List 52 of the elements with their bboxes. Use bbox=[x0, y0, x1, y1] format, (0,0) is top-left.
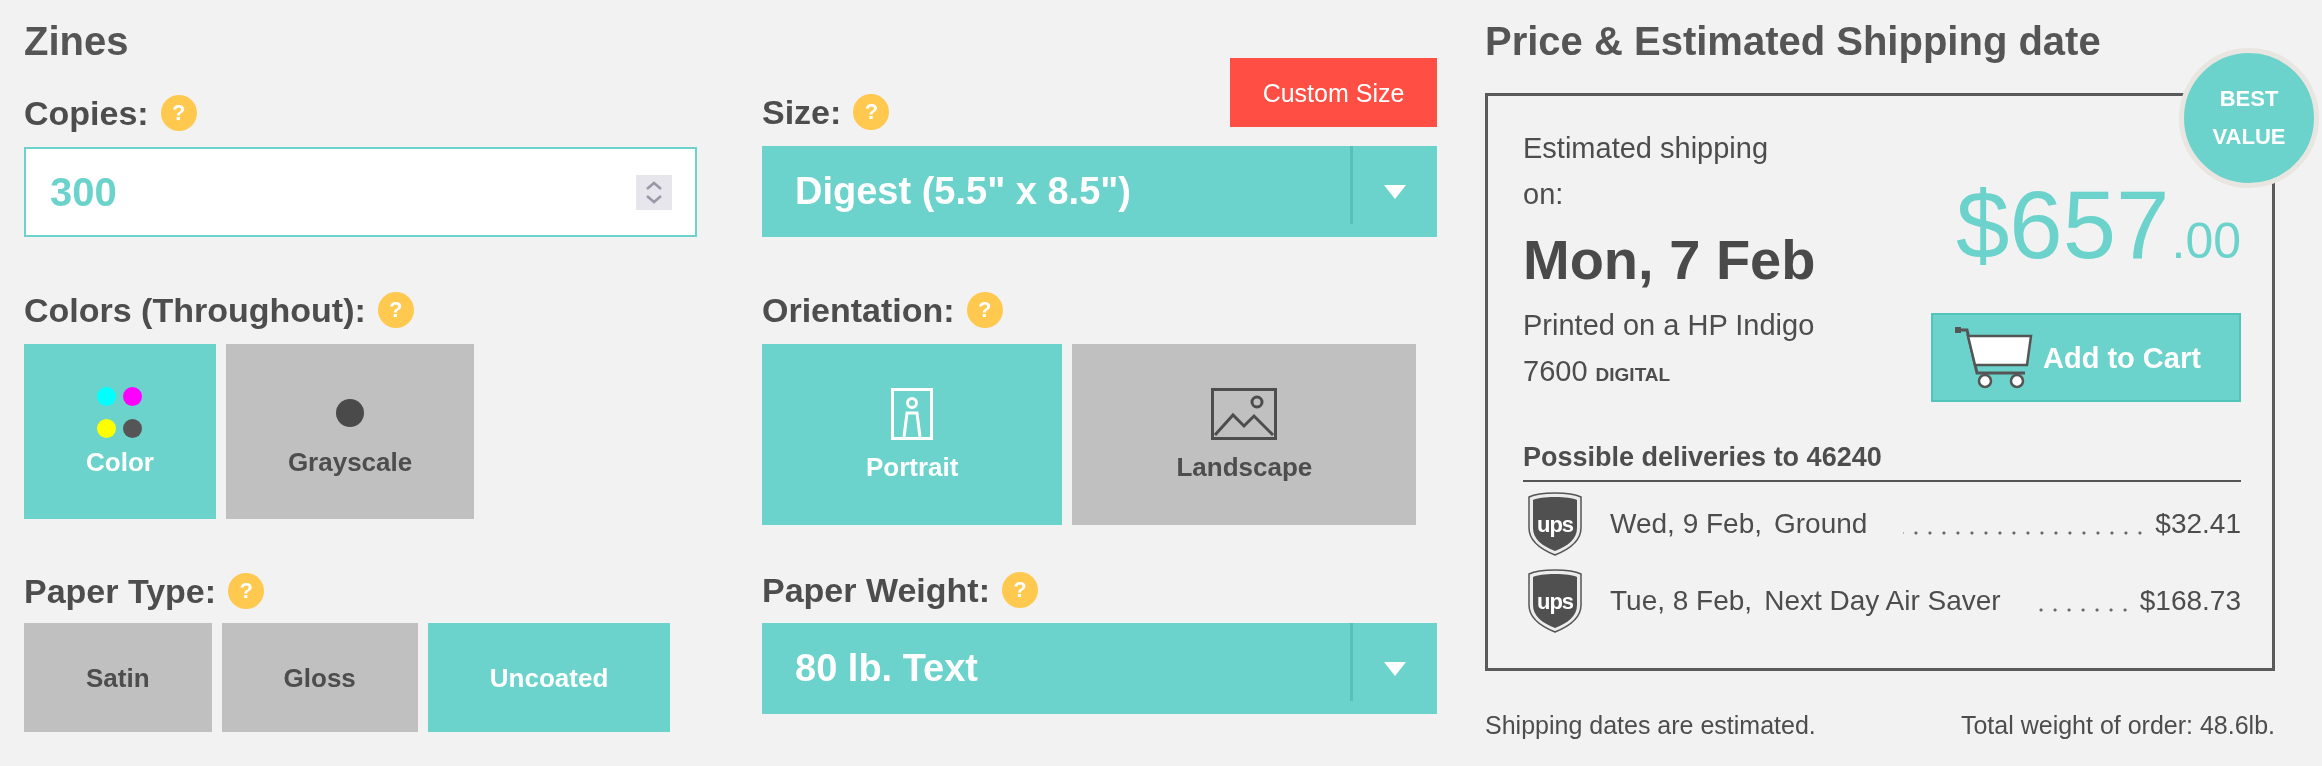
caret-icon bbox=[1384, 184, 1406, 199]
size-select[interactable]: Digest (5.5" x 8.5") bbox=[762, 146, 1437, 237]
deliveries-heading: Possible deliveries to 46240 bbox=[1523, 439, 2241, 482]
printer-info: Printed on a HP Indigo 7600 DIGITAL bbox=[1523, 308, 1816, 389]
total-weight: Total weight of order: 48.6lb. bbox=[1960, 710, 2275, 740]
ink-dot-icon bbox=[97, 419, 117, 438]
field-label: Paper Weight: bbox=[762, 570, 990, 610]
shipping-date: Mon, 7 Feb bbox=[1523, 228, 1817, 292]
paper-type-button[interactable]: Gloss bbox=[221, 623, 418, 732]
shipping-label: Estimated shipping on: bbox=[1523, 131, 1770, 212]
field-label: Copies: bbox=[24, 93, 149, 133]
best-value-badge: BEST VALUE bbox=[2179, 48, 2319, 188]
caret-icon bbox=[1384, 661, 1406, 676]
shield-logo: ups bbox=[1528, 492, 1582, 556]
ink-dot-icon bbox=[123, 419, 143, 438]
ink-dot-icon bbox=[97, 387, 117, 406]
color-mode-button[interactable]: Color bbox=[24, 344, 216, 519]
delivery-service: Ground bbox=[1774, 508, 1868, 540]
add-to-cart-button[interactable]: Add to Cart bbox=[1931, 313, 2241, 402]
paper-type-button[interactable]: Uncoated bbox=[427, 623, 671, 732]
section-title: Price & Estimated Shipping date bbox=[1485, 18, 2101, 65]
orientation-button[interactable]: Portrait bbox=[762, 344, 1063, 525]
field-label: Colors (Throughout): bbox=[24, 290, 366, 330]
shipping-note: Shipping dates are estimated. bbox=[1485, 710, 1816, 740]
delivery-price: $32.41 bbox=[2155, 508, 2241, 540]
person-frame-icon bbox=[891, 387, 934, 440]
paper-type-button[interactable]: Satin bbox=[24, 623, 212, 732]
paper-weight-select[interactable]: 80 lb. Text bbox=[762, 623, 1437, 714]
help-button[interactable]: ? bbox=[853, 94, 890, 130]
help-button[interactable]: ? bbox=[966, 292, 1003, 328]
shield-logo: ups bbox=[1528, 569, 1582, 633]
orientation-button[interactable]: Landscape bbox=[1072, 344, 1417, 525]
delivery-date: Tue, 8 Feb, bbox=[1610, 585, 1753, 617]
picture-icon bbox=[1211, 387, 1278, 440]
help-button[interactable]: ? bbox=[160, 95, 197, 131]
spinner-icon[interactable] bbox=[636, 174, 672, 210]
product-title: Zines bbox=[24, 18, 129, 65]
help-button[interactable]: ? bbox=[228, 573, 265, 609]
help-button[interactable]: ? bbox=[377, 292, 414, 328]
field-label: Paper Type: bbox=[24, 571, 217, 611]
delivery-service: Next Day Air Saver bbox=[1764, 585, 2001, 617]
help-button[interactable]: ? bbox=[1001, 572, 1038, 608]
custom-size-button[interactable]: Custom Size bbox=[1230, 58, 1437, 127]
copies-input[interactable]: 300 bbox=[24, 147, 697, 237]
delivery-date: Wed, 9 Feb, bbox=[1610, 508, 1762, 540]
cart-icon bbox=[1955, 326, 2033, 389]
field-label: Size: bbox=[762, 92, 842, 132]
ink-dot-icon bbox=[336, 398, 365, 427]
ink-dot-icon bbox=[123, 387, 143, 406]
field-label: Orientation: bbox=[762, 290, 955, 330]
delivery-price: $168.73 bbox=[2139, 585, 2241, 617]
color-mode-button[interactable]: Grayscale bbox=[225, 344, 475, 519]
